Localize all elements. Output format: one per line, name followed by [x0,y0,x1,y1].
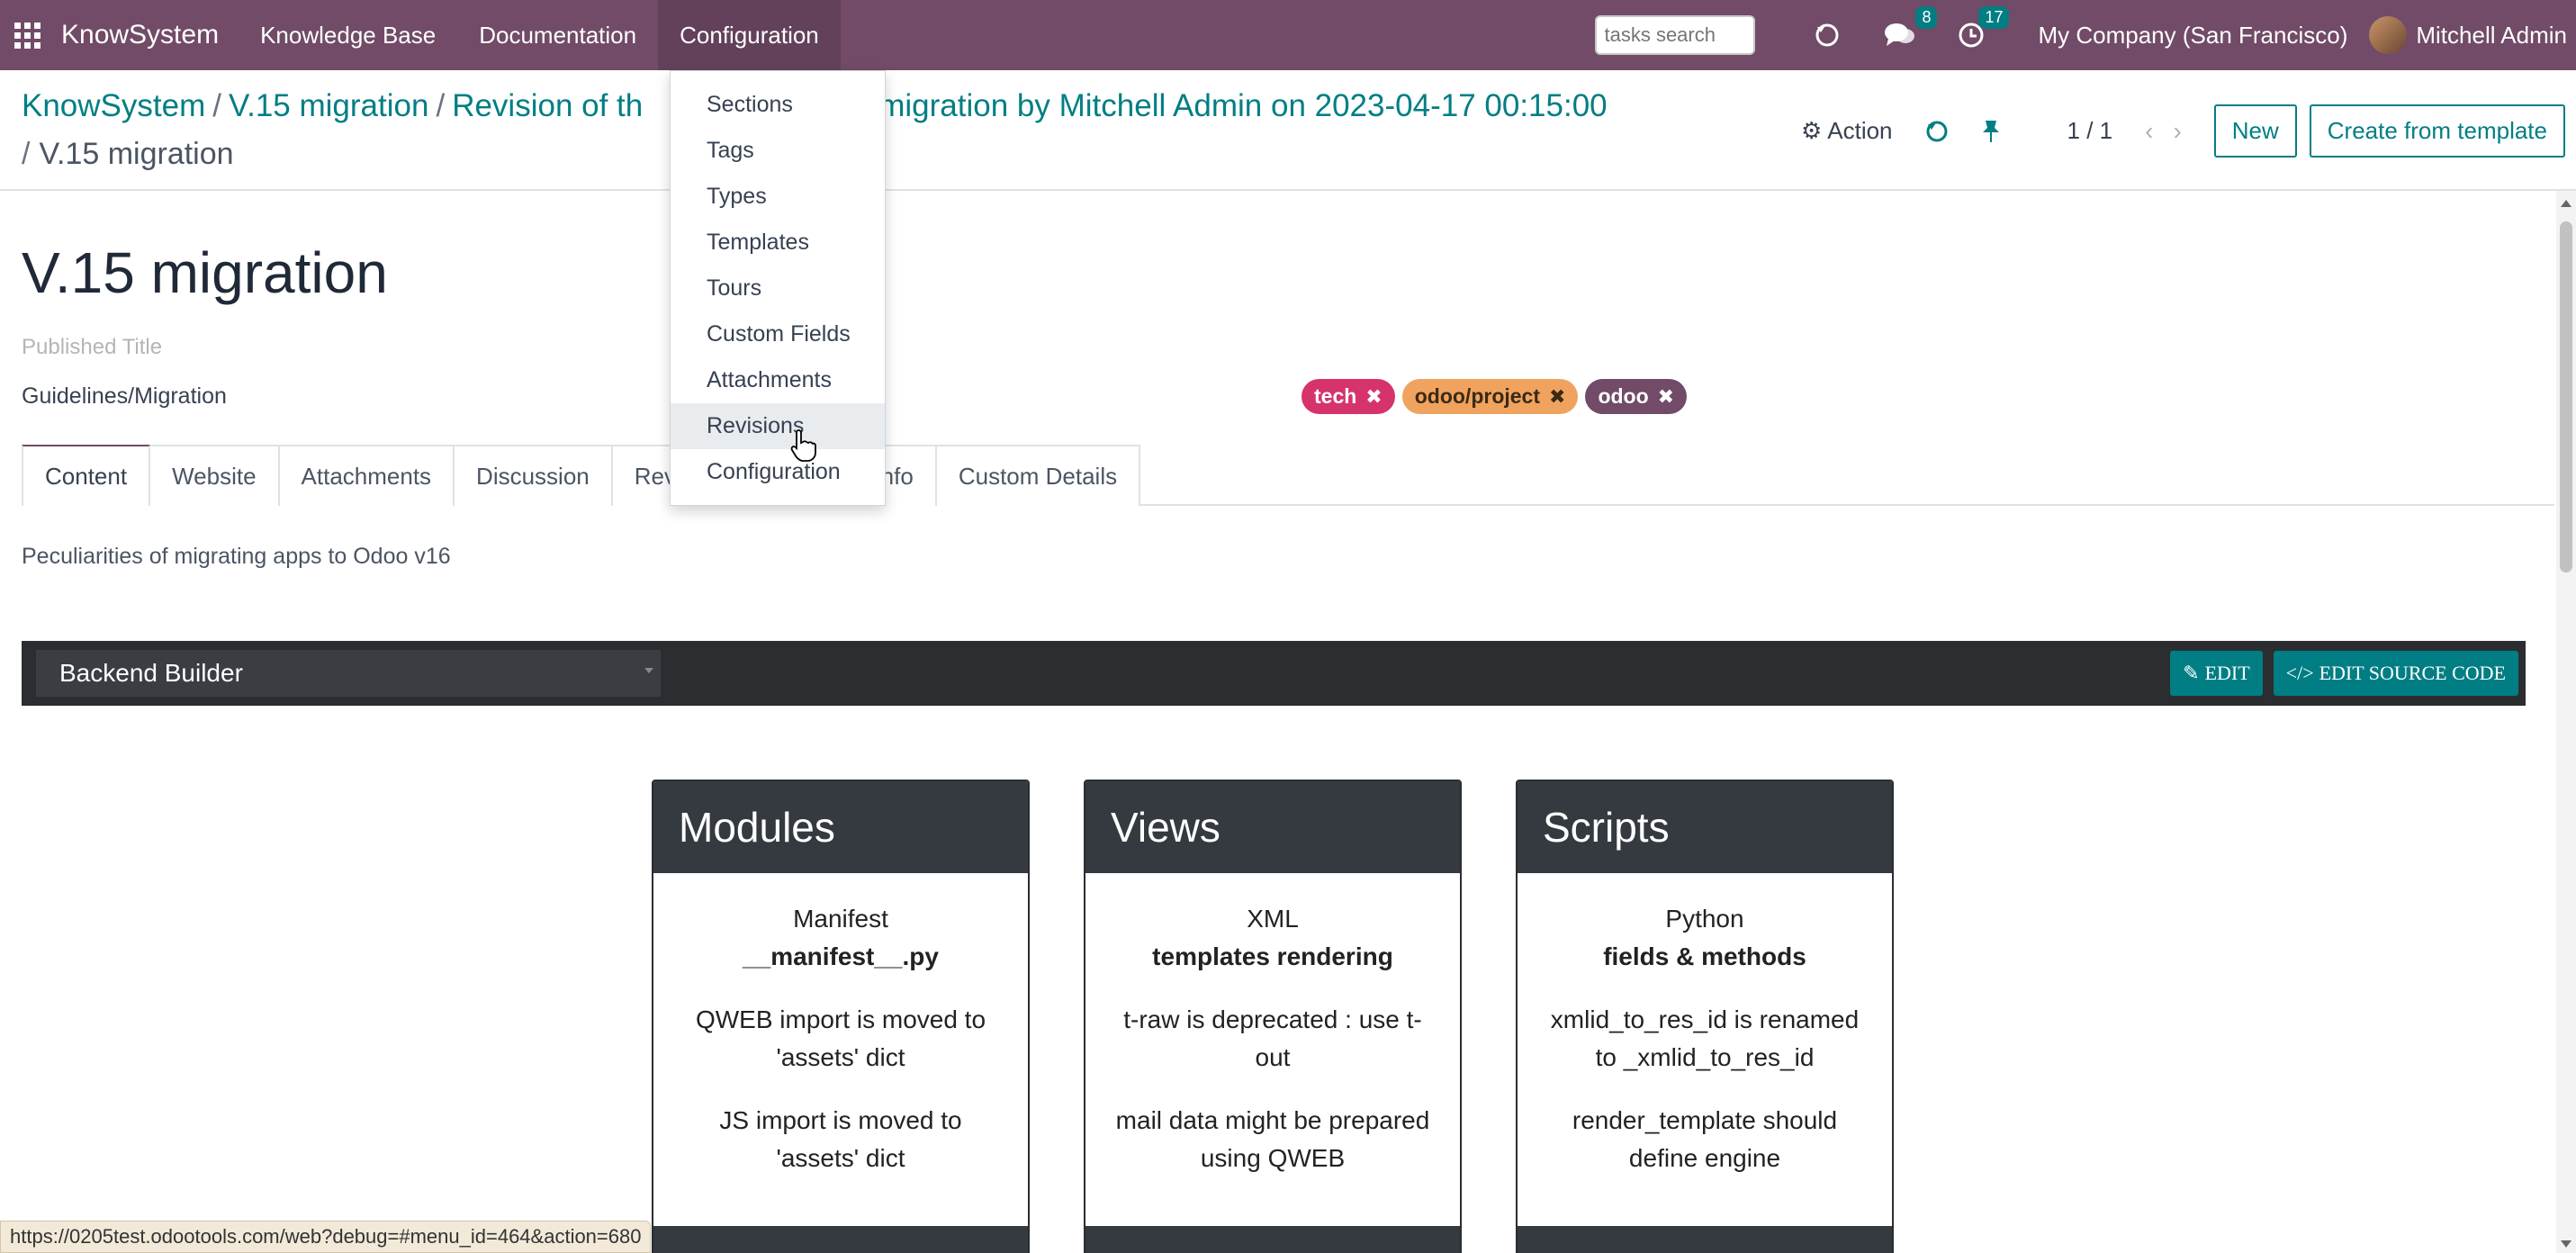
tab-website[interactable]: Website [150,445,280,506]
dropdown-item-tours[interactable]: Tours [671,266,885,311]
card-line-bold: fields & methods [1603,942,1806,970]
card-line: XML [1247,905,1299,933]
menu-documentation[interactable]: Documentation [457,0,658,70]
menu-configuration[interactable]: Configuration [658,0,841,70]
refresh-icon[interactable] [1811,19,1843,51]
menu-knowledge-base[interactable]: Knowledge Base [239,0,457,70]
dropdown-item-templates[interactable]: Templates [671,220,885,266]
card-paragraph: t-raw is deprecated : use t-out [1123,1005,1422,1071]
action-button[interactable]: ⚙ Action [1801,117,1893,145]
dropdown-item-sections[interactable]: Sections [671,82,885,128]
pager-next-icon[interactable]: › [2173,117,2181,146]
dropdown-item-configuration[interactable]: Configuration [671,449,885,495]
company-switcher[interactable]: My Company (San Francisco) [2038,22,2347,50]
messages-count-badge: 8 [1915,6,1938,29]
tasks-search-input[interactable] [1595,15,1756,55]
card-modules: Modules Manifest __manifest__.py QWEB im… [652,780,1030,1253]
pager-previous-icon[interactable]: ‹ [2145,117,2153,146]
code-icon: </> [2285,662,2314,684]
pin-icon[interactable] [1977,118,2004,145]
dropdown-item-attachments[interactable]: Attachments [671,357,885,403]
edit-icon: ✎ [2183,662,2200,684]
activities-clock-icon[interactable]: 17 [1955,6,2010,51]
card-line: Manifest [793,905,888,933]
breadcrumb-item[interactable]: migration by Mitchell Admin on 2023-04-1… [878,88,1607,123]
card-line-bold: __manifest__.py [743,942,939,970]
published-title-field[interactable]: Published Title [22,335,162,360]
card-line-bold: templates rendering [1152,942,1393,970]
breadcrumb-current: / V.15 migration [22,137,234,171]
hand-cursor-icon [790,428,817,467]
card-footer [1518,1226,1892,1253]
edit-button[interactable]: ✎ EDIT [2170,651,2263,696]
tag-chip: tech ✖ [1302,379,1395,414]
tag-chip: odoo ✖ [1585,379,1688,414]
scroll-up-icon[interactable] [2561,200,2571,207]
tab-custom-details[interactable]: Custom Details [936,445,1141,506]
remove-tag-icon[interactable]: ✖ [1365,385,1382,409]
activities-count-badge: 17 [1978,6,2010,29]
card-paragraph: JS import is moved to 'assets' dict [719,1106,962,1172]
dropdown-item-custom-fields[interactable]: Custom Fields [671,311,885,357]
dropdown-item-revisions[interactable]: Revisions [671,403,885,449]
edit-source-code-button[interactable]: </> EDIT SOURCE CODE [2273,651,2518,696]
top-navbar: KnowSystem Knowledge Base Documentation … [0,0,2576,70]
remove-tag-icon[interactable]: ✖ [1549,385,1565,409]
configuration-dropdown: Sections Tags Types Templates Tours Cust… [670,70,886,506]
control-panel: KnowSystem / V.15 migration / Revision of th… [0,70,2576,191]
apps-menu-icon[interactable] [0,0,54,70]
record-title[interactable]: V.15 migration [22,239,388,306]
card-title: Scripts [1518,781,1892,873]
messages-icon[interactable]: 8 [1883,6,1938,51]
card-line: Python [1665,905,1744,933]
card-footer [653,1226,1028,1253]
gear-icon: ⚙ [1800,117,1823,144]
user-menu[interactable]: Mitchell Admin [2416,22,2567,50]
scroll-down-icon[interactable] [2561,1240,2571,1248]
sync-icon[interactable] [1923,118,1950,145]
tab-attachments[interactable]: Attachments [279,445,455,506]
form-tabs: Content Website Attachments Discussion R… [22,445,2554,506]
dropdown-item-types[interactable]: Types [671,174,885,220]
card-paragraph: QWEB import is moved to 'assets' dict [695,1005,986,1071]
scroll-thumb[interactable] [2560,221,2572,572]
card-views: Views XML templates rendering t-raw is d… [1084,780,1462,1253]
chevron-down-icon [644,668,653,673]
tab-discussion[interactable]: Discussion [455,445,613,506]
card-title: Views [1085,781,1460,873]
card-paragraph: xmlid_to_res_id is renamed to _xmlid_to_… [1550,1005,1860,1071]
card-scripts: Scripts Python fields & methods xmlid_to… [1516,780,1894,1253]
tags-field: tech ✖ odoo/project ✖ odoo ✖ [1302,379,1688,414]
tab-content[interactable]: Content [22,445,151,506]
pager-value[interactable]: 1 / 1 [2067,117,2113,145]
tag-chip: odoo/project ✖ [1401,379,1579,414]
card-footer [1085,1226,1460,1253]
app-brand[interactable]: KnowSystem [54,0,239,70]
user-avatar[interactable] [2369,16,2408,54]
remove-tag-icon[interactable]: ✖ [1658,385,1674,409]
vertical-scrollbar[interactable] [2556,191,2576,1253]
article-description: Peculiarities of migrating apps to Odoo … [22,544,451,569]
new-button[interactable]: New [2213,104,2297,158]
card-paragraph: render_template should define engine [1572,1106,1838,1172]
create-from-template-button[interactable]: Create from template [2309,104,2565,158]
breadcrumb-item[interactable]: Revision of th [452,88,643,123]
breadcrumb-item[interactable]: KnowSystem [22,88,205,123]
builder-toolbar: Backend Builder ✎ EDIT </> EDIT SOURCE COD… [22,641,2526,706]
section-field[interactable]: Guidelines/Migration [22,383,227,410]
builder-select[interactable]: Backend Builder [36,650,661,697]
status-bar-url: https://0205test.odootools.com/web?debug… [0,1221,652,1253]
card-paragraph: mail data might be prepared using QWEB [1115,1106,1430,1172]
breadcrumb-item[interactable]: V.15 migration [229,88,428,123]
dropdown-item-tags[interactable]: Tags [671,128,885,174]
card-title: Modules [653,781,1028,873]
